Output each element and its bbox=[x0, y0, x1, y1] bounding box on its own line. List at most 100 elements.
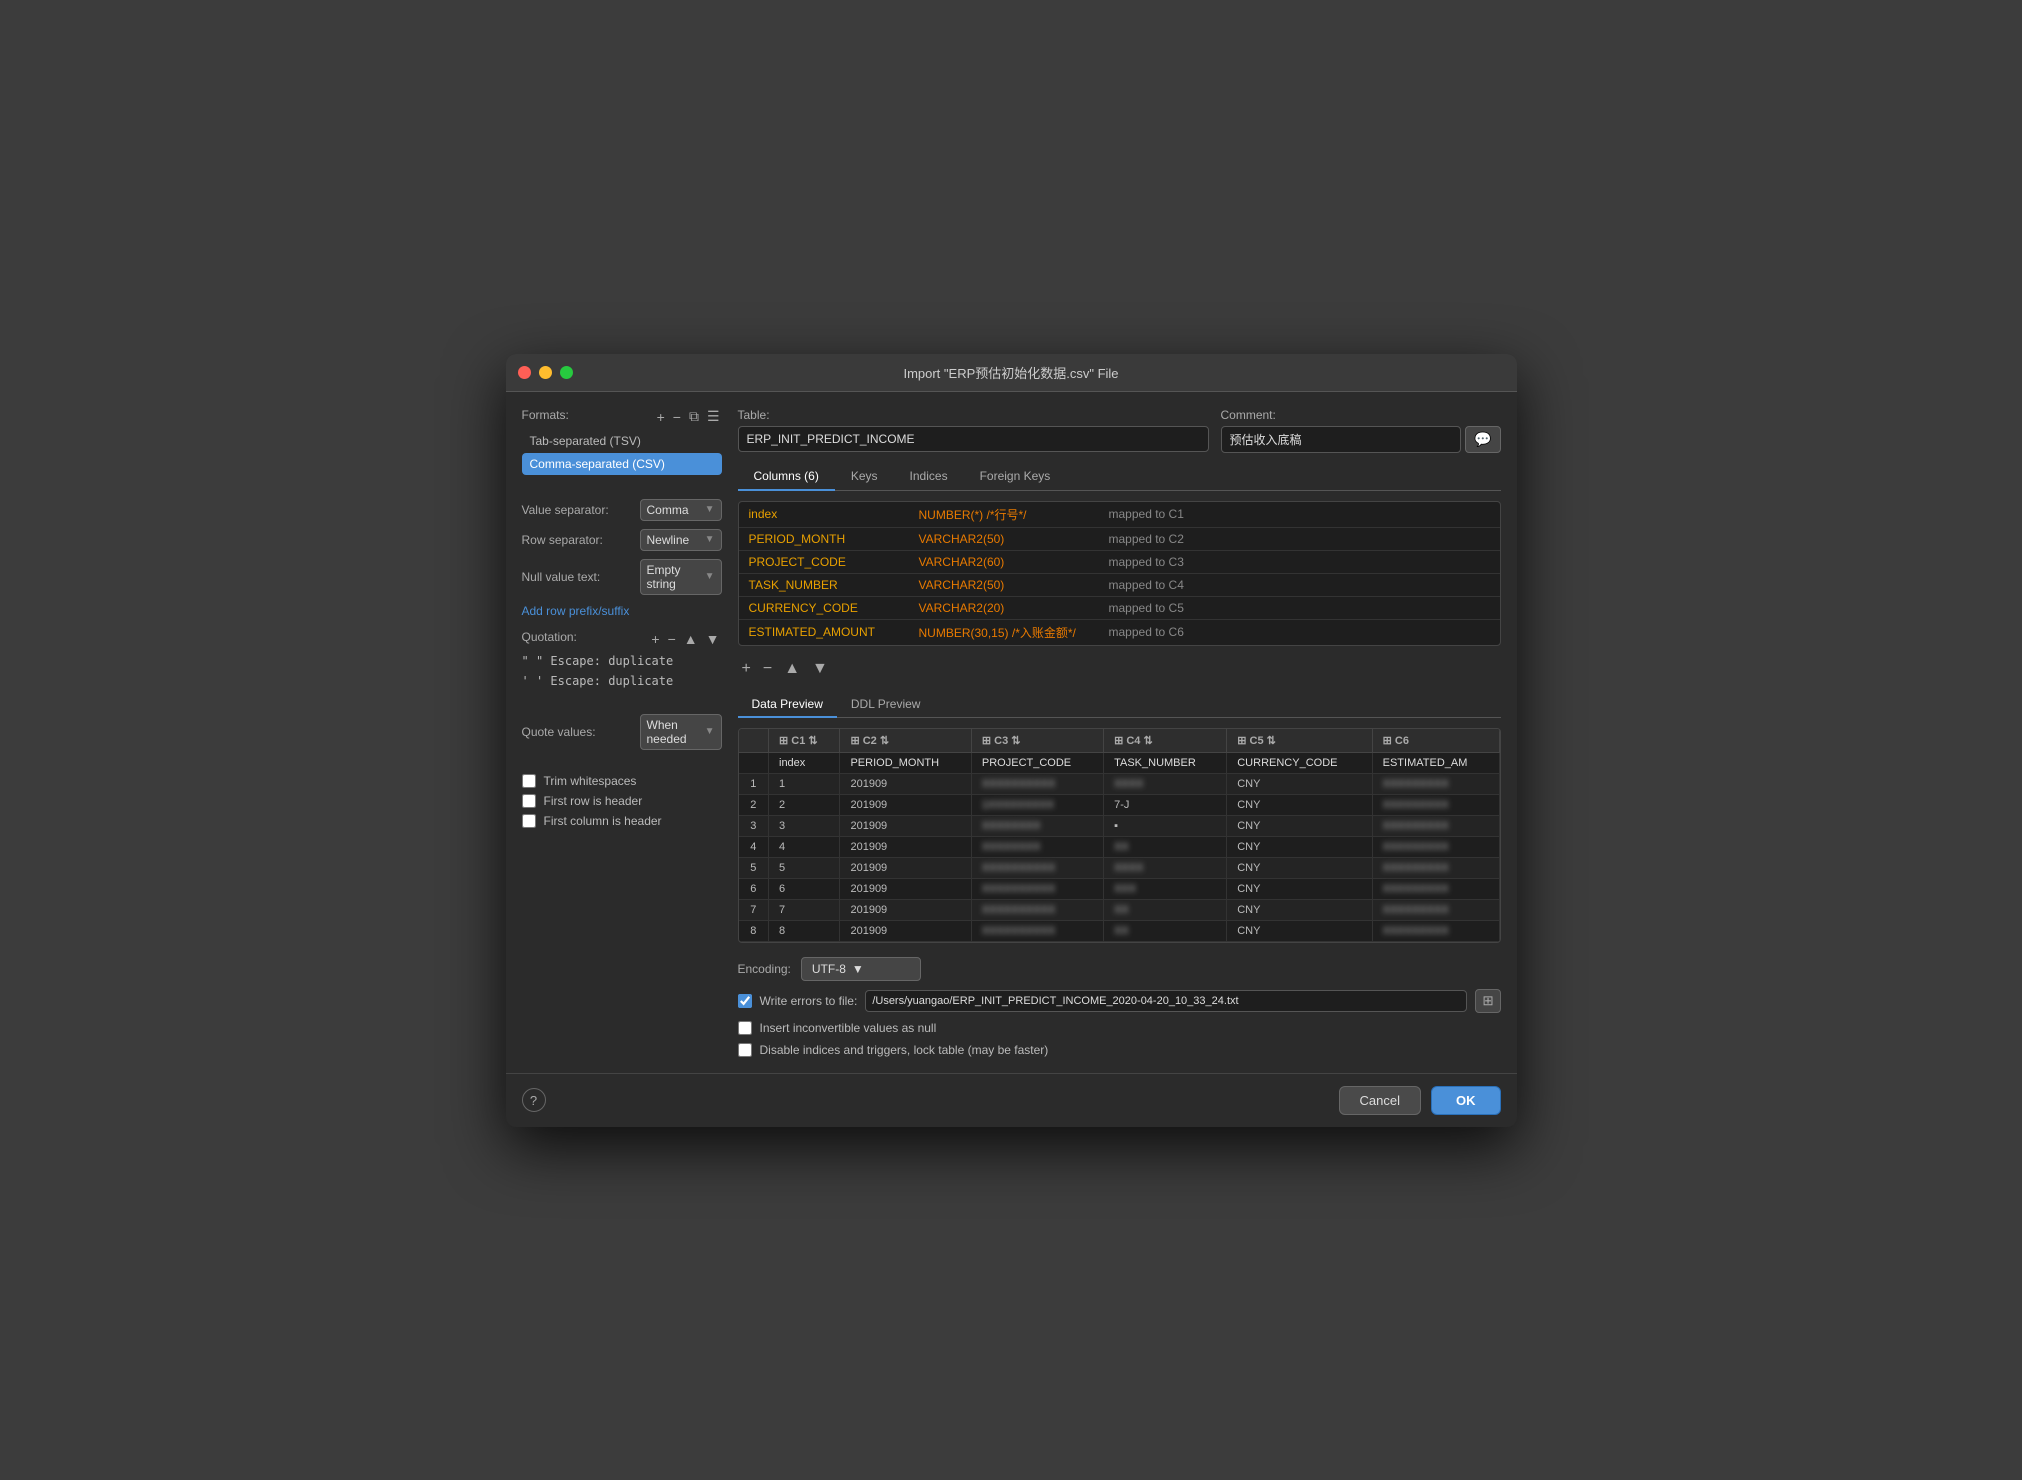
col-mapped-currency: mapped to C5 bbox=[1109, 601, 1184, 615]
help-button[interactable]: ? bbox=[522, 1088, 546, 1112]
quotation-item-1: " " Escape: duplicate bbox=[522, 652, 722, 670]
col-mapped-task: mapped to C4 bbox=[1109, 578, 1184, 592]
encoding-arrow: ▼ bbox=[852, 962, 864, 976]
quote-values-label: Quote values: bbox=[522, 725, 632, 739]
row-separator-label: Row separator: bbox=[522, 533, 632, 547]
col-down-btn[interactable]: ▼ bbox=[808, 660, 832, 678]
first-row-header-checkbox[interactable] bbox=[522, 794, 536, 808]
insert-inconvertible-checkbox[interactable] bbox=[738, 1021, 752, 1035]
add-quotation-button[interactable]: + bbox=[649, 631, 661, 647]
table-row: 4 4 201909 XXXXXXXX XX CNY XXXXXXXXX bbox=[739, 836, 1500, 857]
quote-values-arrow: ▼ bbox=[705, 726, 715, 737]
window-title: Import "ERP预估初始化数据.csv" File bbox=[903, 363, 1118, 382]
bottom-section: Encoding: UTF-8 ▼ Write errors to file: … bbox=[738, 953, 1501, 1057]
value-separator-select[interactable]: Comma ▼ bbox=[640, 499, 722, 521]
format-tsv[interactable]: Tab-separated (TSV) bbox=[522, 430, 722, 452]
col-type-task: VARCHAR2(50) bbox=[919, 578, 1099, 592]
table-label: Table: bbox=[738, 408, 1209, 422]
formats-label: Formats: bbox=[522, 408, 569, 422]
write-errors-label: Write errors to file: bbox=[760, 994, 858, 1008]
table-input[interactable] bbox=[738, 426, 1209, 452]
column-row-task: TASK_NUMBER VARCHAR2(50) mapped to C4 bbox=[739, 574, 1500, 597]
col-up-btn[interactable]: ▲ bbox=[780, 660, 804, 678]
remove-quotation-button[interactable]: − bbox=[666, 631, 678, 647]
formats-section: Formats: + − ⧉ ☰ Tab-separated (TSV) Com… bbox=[522, 408, 722, 475]
format-list: Tab-separated (TSV) Comma-separated (CSV… bbox=[522, 430, 722, 475]
disable-indices-row: Disable indices and triggers, lock table… bbox=[738, 1043, 1501, 1057]
col-mapped-index: mapped to C1 bbox=[1109, 507, 1184, 521]
formats-toolbar: + − ⧉ ☰ bbox=[655, 408, 722, 425]
encoding-select[interactable]: UTF-8 ▼ bbox=[801, 957, 921, 981]
null-value-row: Null value text: Empty string ▼ bbox=[522, 559, 722, 595]
comment-section: Comment: 💬 bbox=[1221, 408, 1501, 453]
maximize-button[interactable] bbox=[560, 366, 573, 379]
col-mapped-project: mapped to C3 bbox=[1109, 555, 1184, 569]
error-file-path-input[interactable] bbox=[865, 990, 1467, 1012]
tab-indices[interactable]: Indices bbox=[894, 463, 964, 491]
menu-format-button[interactable]: ☰ bbox=[705, 408, 722, 425]
cancel-button[interactable]: Cancel bbox=[1339, 1086, 1421, 1115]
minimize-button[interactable] bbox=[539, 366, 552, 379]
col-name-index: index bbox=[749, 507, 909, 521]
preview-tabs: Data Preview DDL Preview bbox=[738, 692, 1501, 718]
quotation-label: Quotation: bbox=[522, 630, 577, 644]
disable-indices-label: Disable indices and triggers, lock table… bbox=[760, 1043, 1049, 1057]
insert-inconvertible-row: Insert inconvertible values as null bbox=[738, 1021, 1501, 1035]
tab-data-preview[interactable]: Data Preview bbox=[738, 692, 837, 718]
col-name-amount: ESTIMATED_AMOUNT bbox=[749, 625, 909, 639]
format-csv[interactable]: Comma-separated (CSV) bbox=[522, 453, 722, 475]
tab-foreign-keys[interactable]: Foreign Keys bbox=[964, 463, 1067, 491]
write-errors-row: Write errors to file: ⊞ bbox=[738, 989, 1501, 1013]
table-row: 6 6 201909 XXXXXXXXXX XXX CNY XXXXXXXXX bbox=[739, 878, 1500, 899]
th-c5: ⊞ C5 ⇅ bbox=[1227, 729, 1372, 753]
col-name-period: PERIOD_MONTH bbox=[749, 532, 909, 546]
data-table-wrapper[interactable]: ⊞ C1 ⇅ ⊞ C2 ⇅ ⊞ C3 ⇅ ⊞ C4 ⇅ ⊞ C5 ⇅ ⊞ C6 … bbox=[738, 728, 1501, 943]
col-type-amount: NUMBER(30,15) /*入账金额*/ bbox=[919, 624, 1099, 641]
add-format-button[interactable]: + bbox=[655, 408, 667, 425]
quote-values-select[interactable]: When needed ▼ bbox=[640, 714, 722, 750]
copy-format-button[interactable]: ⧉ bbox=[687, 408, 701, 425]
first-col-header-checkbox[interactable] bbox=[522, 814, 536, 828]
col-remove-btn[interactable]: − bbox=[759, 660, 776, 678]
traffic-lights bbox=[518, 366, 573, 379]
comment-button[interactable]: 💬 bbox=[1465, 426, 1500, 453]
tab-ddl-preview[interactable]: DDL Preview bbox=[837, 692, 935, 718]
column-toolbar: + − ▲ ▼ bbox=[738, 656, 1501, 682]
footer: ? Cancel OK bbox=[506, 1073, 1517, 1127]
down-quotation-button[interactable]: ▼ bbox=[704, 631, 722, 647]
browse-button[interactable]: ⊞ bbox=[1475, 989, 1500, 1013]
null-value-select[interactable]: Empty string ▼ bbox=[640, 559, 722, 595]
value-separator-arrow: ▼ bbox=[705, 504, 715, 515]
th-c4: ⊞ C4 ⇅ bbox=[1104, 729, 1227, 753]
disable-indices-checkbox[interactable] bbox=[738, 1043, 752, 1057]
col-add-btn[interactable]: + bbox=[738, 660, 755, 678]
tab-columns[interactable]: Columns (6) bbox=[738, 463, 835, 491]
right-panel: Table: Comment: 💬 Columns (6) Keys Indic… bbox=[738, 408, 1501, 1057]
th-c1: ⊞ C1 ⇅ bbox=[769, 729, 840, 753]
table-row: 1 1 201909 XXXXXXXXXX XXXX CNY XXXXXXXXX bbox=[739, 773, 1500, 794]
write-errors-checkbox[interactable] bbox=[738, 994, 752, 1008]
table-row: 8 8 201909 XXXXXXXXXX XX CNY XXXXXXXXX bbox=[739, 920, 1500, 941]
row-separator-select[interactable]: Newline ▼ bbox=[640, 529, 722, 551]
data-table: ⊞ C1 ⇅ ⊞ C2 ⇅ ⊞ C3 ⇅ ⊞ C4 ⇅ ⊞ C5 ⇅ ⊞ C6 … bbox=[739, 729, 1500, 942]
null-value-label: Null value text: bbox=[522, 570, 632, 584]
table-row: index PERIOD_MONTH PROJECT_CODE TASK_NUM… bbox=[739, 752, 1500, 773]
quotation-toolbar: + − ▲ ▼ bbox=[649, 631, 721, 647]
add-row-prefix-link[interactable]: Add row prefix/suffix bbox=[522, 604, 630, 618]
first-row-header-row: First row is header bbox=[522, 794, 722, 808]
close-button[interactable] bbox=[518, 366, 531, 379]
formats-header: Formats: + − ⧉ ☰ bbox=[522, 408, 722, 426]
th-c6: ⊞ C6 bbox=[1372, 729, 1499, 753]
first-col-header-label: First column is header bbox=[544, 814, 662, 828]
column-row-amount: ESTIMATED_AMOUNT NUMBER(30,15) /*入账金额*/ … bbox=[739, 620, 1500, 645]
import-dialog: Import "ERP预估初始化数据.csv" File Formats: + … bbox=[506, 354, 1517, 1127]
tab-keys[interactable]: Keys bbox=[835, 463, 894, 491]
ok-button[interactable]: OK bbox=[1431, 1086, 1501, 1115]
table-section: Table: bbox=[738, 408, 1209, 452]
trim-whitespaces-checkbox[interactable] bbox=[522, 774, 536, 788]
comment-input[interactable] bbox=[1221, 426, 1462, 453]
row-separator-row: Row separator: Newline ▼ bbox=[522, 529, 722, 551]
quote-values-section: Quote values: When needed ▼ bbox=[522, 714, 722, 750]
remove-format-button[interactable]: − bbox=[671, 408, 683, 425]
up-quotation-button[interactable]: ▲ bbox=[682, 631, 700, 647]
